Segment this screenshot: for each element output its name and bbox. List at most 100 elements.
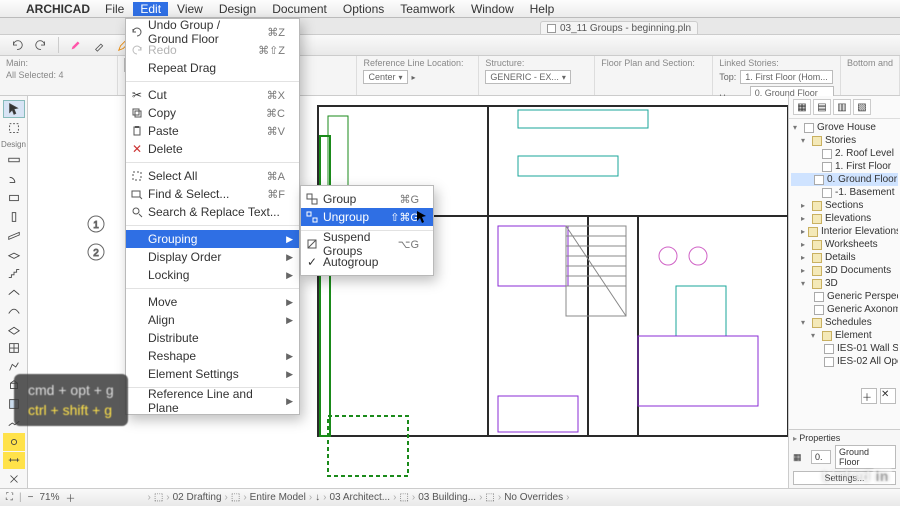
menu-file[interactable]: File bbox=[98, 2, 131, 16]
stair-tool[interactable] bbox=[3, 264, 25, 282]
mi-repeat[interactable]: Repeat Drag bbox=[126, 59, 299, 77]
props-name-field[interactable]: Ground Floor bbox=[835, 445, 896, 469]
folder-icon bbox=[812, 318, 822, 328]
shell-tool[interactable] bbox=[3, 302, 25, 320]
mi-align[interactable]: Align bbox=[126, 311, 299, 329]
mi-element-settings[interactable]: Element Settings bbox=[126, 365, 299, 383]
tree-int-elevations[interactable]: ▸Interior Elevations bbox=[791, 225, 898, 238]
dimension-tool[interactable] bbox=[3, 452, 25, 470]
nav-view-map-button[interactable]: ▤ bbox=[813, 99, 831, 115]
menu-view[interactable]: View bbox=[170, 2, 210, 16]
nav-publisher-button[interactable]: ▧ bbox=[853, 99, 871, 115]
props-id-field[interactable]: 0. bbox=[811, 450, 831, 464]
mi-find-select[interactable]: Find & Select...⌘F bbox=[126, 185, 299, 203]
tree-root[interactable]: ▾Grove House bbox=[791, 121, 898, 134]
menu-help[interactable]: Help bbox=[523, 2, 562, 16]
nav-proj-map-button[interactable]: ▦ bbox=[793, 99, 811, 115]
tree-sections[interactable]: ▸Sections bbox=[791, 199, 898, 212]
more-tool[interactable] bbox=[3, 470, 25, 488]
zoom-in-button[interactable]: ＋ bbox=[65, 490, 75, 505]
tree-3ddocs[interactable]: ▸3D Documents bbox=[791, 264, 898, 277]
tree-details[interactable]: ▸Details bbox=[791, 251, 898, 264]
structure-dropdown[interactable]: GENERIC - EX...▾ bbox=[485, 70, 571, 84]
beam-tool[interactable] bbox=[3, 227, 25, 245]
slab-tool[interactable] bbox=[3, 245, 25, 263]
window-tool[interactable] bbox=[3, 189, 25, 207]
menu-edit[interactable]: Edit bbox=[133, 2, 168, 16]
zoom-value[interactable]: 71% bbox=[39, 492, 59, 503]
menu-teamwork[interactable]: Teamwork bbox=[393, 2, 462, 16]
redo-button[interactable] bbox=[32, 36, 50, 54]
lamp-tool[interactable] bbox=[3, 433, 25, 451]
mi-autogroup[interactable]: ✓Autogroup bbox=[301, 253, 433, 271]
tree-stories[interactable]: ▾Stories bbox=[791, 134, 898, 147]
menu-options[interactable]: Options bbox=[336, 2, 391, 16]
brush-button[interactable] bbox=[67, 36, 85, 54]
folder-icon bbox=[822, 331, 832, 341]
door-tool[interactable] bbox=[3, 170, 25, 188]
tree-story-basement[interactable]: -1. Basement bbox=[791, 186, 898, 199]
menu-design[interactable]: Design bbox=[212, 2, 263, 16]
menu-document[interactable]: Document bbox=[265, 2, 334, 16]
nav-layout-button[interactable]: ▥ bbox=[833, 99, 851, 115]
marquee-tool[interactable] bbox=[3, 119, 25, 137]
tree-perspective[interactable]: Generic Perspecti… bbox=[791, 290, 898, 303]
arrow-tool[interactable] bbox=[3, 100, 25, 118]
mi-cut[interactable]: ✂Cut⌘X bbox=[126, 86, 299, 104]
curtain-wall-tool[interactable] bbox=[3, 339, 25, 357]
toolbar-separator bbox=[58, 37, 59, 53]
tree-story-label: 1. First Floor bbox=[835, 161, 891, 172]
menu-window[interactable]: Window bbox=[464, 2, 521, 16]
mi-paste[interactable]: Paste⌘V bbox=[126, 122, 299, 140]
app-name[interactable]: ARCHICAD bbox=[20, 2, 96, 16]
nav-delete-button[interactable]: ✕ bbox=[880, 388, 896, 404]
tree-story-first[interactable]: 1. First Floor bbox=[791, 160, 898, 173]
bottom-title: Bottom and bbox=[847, 58, 893, 68]
mi-move[interactable]: Move bbox=[126, 293, 299, 311]
tree-story-roof[interactable]: 2. Roof Level bbox=[791, 147, 898, 160]
mi-locking[interactable]: Locking bbox=[126, 266, 299, 284]
sched-icon bbox=[824, 344, 834, 354]
morph-tool[interactable] bbox=[3, 358, 25, 376]
folder-icon bbox=[808, 227, 818, 237]
tree-axo[interactable]: Generic Axonomet… bbox=[791, 303, 898, 316]
mi-reshape[interactable]: Reshape bbox=[126, 347, 299, 365]
mi-select-all[interactable]: Select All⌘A bbox=[126, 167, 299, 185]
nav-new-button[interactable]: ＋ bbox=[861, 388, 877, 404]
roof-tool[interactable] bbox=[3, 283, 25, 301]
top-story-dropdown[interactable]: 1. First Floor (Hom... bbox=[740, 70, 833, 84]
mi-distribute[interactable]: Distribute bbox=[126, 329, 299, 347]
mi-group[interactable]: Group⌘G bbox=[301, 190, 433, 208]
mi-ref-line-plane[interactable]: Reference Line and Plane bbox=[126, 392, 299, 410]
mi-display-order[interactable]: Display Order bbox=[126, 248, 299, 266]
tree-element[interactable]: ▾Element bbox=[791, 329, 898, 342]
mi-grouping[interactable]: Grouping bbox=[126, 230, 299, 248]
mi-search-replace[interactable]: Search & Replace Text... bbox=[126, 203, 299, 221]
column-tool[interactable] bbox=[3, 208, 25, 226]
refline-dropdown[interactable]: Center▾ bbox=[363, 70, 407, 84]
skylight-tool[interactable] bbox=[3, 320, 25, 338]
tree-sched1[interactable]: IES-01 Wall Sch… bbox=[791, 342, 898, 355]
tree-story-ground[interactable]: 0. Ground Floor bbox=[791, 173, 898, 186]
mi-suspend-groups[interactable]: Suspend Groups⌥G bbox=[301, 235, 433, 253]
tree-schedules[interactable]: ▾Schedules bbox=[791, 316, 898, 329]
mi-copy[interactable]: Copy⌘C bbox=[126, 104, 299, 122]
mi-delete[interactable]: ✕Delete bbox=[126, 140, 299, 158]
fit-button[interactable]: ⛶ bbox=[6, 492, 13, 503]
folder-icon bbox=[812, 136, 822, 146]
eyedropper-button[interactable] bbox=[91, 36, 109, 54]
undo-button[interactable] bbox=[8, 36, 26, 54]
zoom-out-button[interactable]: − bbox=[28, 492, 34, 503]
tree-elevations[interactable]: ▸Elevations bbox=[791, 212, 898, 225]
cut-icon: ✂ bbox=[130, 88, 144, 102]
navigator-tree[interactable]: ▾Grove House ▾Stories 2. Roof Level 1. F… bbox=[789, 119, 900, 370]
wall-tool[interactable] bbox=[3, 152, 25, 170]
quick-options[interactable]: ›⬚ ›02 Drafting ›⬚ ›Entire Model ›↓ ›03 … bbox=[147, 492, 569, 503]
mi-ungroup[interactable]: Ungroup⇧⌘G bbox=[301, 208, 433, 226]
tree-story-label: -1. Basement bbox=[835, 187, 894, 198]
mi-undo[interactable]: Undo Group / Ground Floor⌘Z bbox=[126, 23, 299, 41]
mi-label: Delete bbox=[148, 142, 183, 156]
tree-sched2[interactable]: IES-02 All Open… bbox=[791, 355, 898, 368]
tree-3d[interactable]: ▾3D bbox=[791, 277, 898, 290]
tree-worksheets[interactable]: ▸Worksheets bbox=[791, 238, 898, 251]
